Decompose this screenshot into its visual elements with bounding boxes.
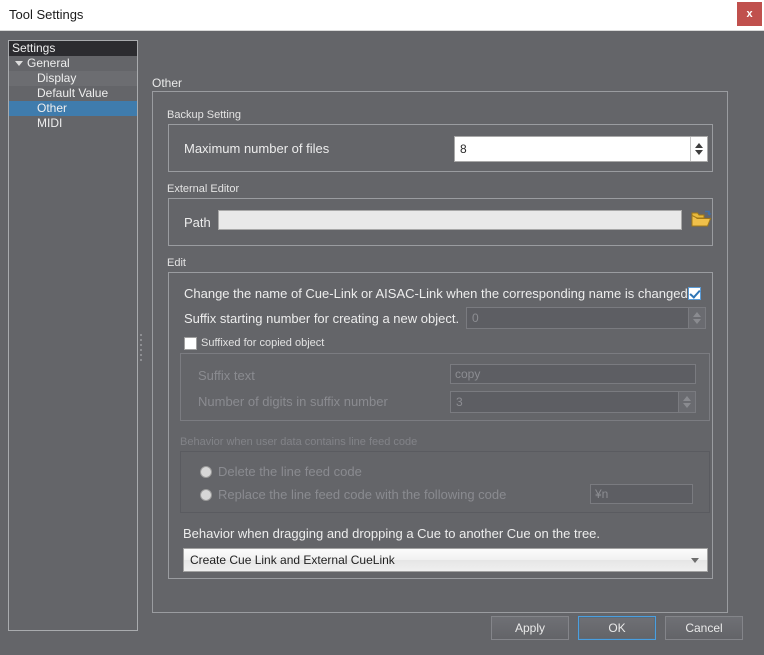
suffix-start-spinner[interactable]: 0	[466, 307, 706, 329]
tree-item-default-value[interactable]: Default Value	[9, 86, 137, 101]
path-label: Path	[184, 215, 211, 230]
dragdrop-selected-value: Create Cue Link and External CueLink	[190, 553, 395, 567]
tree-item-label: MIDI	[37, 116, 63, 130]
settings-tree[interactable]: Settings General Display Default Value O…	[8, 40, 138, 631]
spinner-up-icon[interactable]	[695, 143, 703, 148]
suffix-text-input[interactable]: copy	[450, 364, 696, 384]
max-files-label: Maximum number of files	[184, 141, 330, 156]
max-files-value[interactable]: 8	[455, 137, 690, 161]
external-editor-caption: External Editor	[167, 183, 240, 195]
tree-item-other[interactable]: Other	[9, 101, 137, 116]
chevron-down-icon[interactable]	[15, 61, 23, 66]
spinner-arrows[interactable]	[678, 392, 695, 412]
tree-item-label: Other	[37, 101, 68, 115]
tree-item-label: Display	[37, 71, 77, 85]
tree-item-midi[interactable]: MIDI	[9, 116, 137, 131]
folder-open-icon[interactable]	[691, 210, 712, 230]
window-title: Tool Settings	[9, 7, 84, 22]
page-title: Other	[152, 76, 183, 90]
suffix-start-value[interactable]: 0	[467, 308, 688, 328]
spinner-down-icon[interactable]	[695, 150, 703, 155]
cancel-button[interactable]: Cancel	[665, 616, 743, 640]
panel-splitter[interactable]	[139, 331, 143, 373]
suffix-digits-value[interactable]: 3	[451, 392, 678, 412]
dialog-footer: Apply OK Cancel	[0, 600, 764, 654]
suffix-start-label: Suffix starting number for creating a ne…	[184, 311, 460, 326]
linefeed-caption: Behavior when user data contains line fe…	[180, 436, 418, 448]
tree-header: Settings	[9, 41, 137, 56]
spinner-arrows[interactable]	[688, 308, 705, 328]
max-files-spinner[interactable]: 8	[454, 136, 708, 162]
dragdrop-select[interactable]: Create Cue Link and External CueLink	[183, 548, 708, 572]
linefeed-delete-label: Delete the line feed code	[218, 464, 362, 479]
dragdrop-label: Behavior when dragging and dropping a Cu…	[183, 526, 601, 541]
backup-setting-caption: Backup Setting	[167, 109, 241, 121]
settings-content: Other Backup Setting Maximum number of f…	[150, 40, 750, 631]
suffixed-copy-label: Suffixed for copied object	[201, 337, 325, 349]
tree-item-general[interactable]: General	[9, 56, 137, 71]
linefeed-delete-radio[interactable]	[200, 466, 212, 478]
spinner-arrows[interactable]	[690, 137, 707, 161]
change-name-label: Change the name of Cue-Link or AISAC-Lin…	[184, 286, 688, 301]
dialog-body: Settings General Display Default Value O…	[0, 31, 764, 655]
suffix-digits-spinner[interactable]: 3	[450, 391, 696, 413]
linefeed-code-input[interactable]: ¥n	[590, 484, 693, 504]
close-button[interactable]: x	[737, 2, 762, 26]
tree-item-display[interactable]: Display	[9, 71, 137, 86]
suffixed-copy-checkbox[interactable]	[184, 337, 197, 350]
tree-item-label: General	[27, 56, 70, 70]
linefeed-replace-radio[interactable]	[200, 489, 212, 501]
linefeed-replace-label: Replace the line feed code with the foll…	[218, 487, 507, 502]
spinner-down-icon[interactable]	[693, 319, 701, 324]
change-name-checkbox[interactable]	[688, 287, 701, 300]
tree-item-label: Default Value	[37, 86, 109, 100]
suffix-digits-label: Number of digits in suffix number	[198, 394, 388, 409]
edit-caption: Edit	[167, 257, 186, 269]
apply-button[interactable]: Apply	[491, 616, 569, 640]
chevron-down-icon[interactable]	[691, 557, 699, 563]
ok-button[interactable]: OK	[578, 616, 656, 640]
title-bar: Tool Settings x	[0, 0, 764, 31]
path-input[interactable]	[218, 210, 682, 230]
spinner-up-icon[interactable]	[693, 312, 701, 317]
spinner-up-icon[interactable]	[683, 396, 691, 401]
suffix-text-label: Suffix text	[198, 368, 255, 383]
spinner-down-icon[interactable]	[683, 403, 691, 408]
